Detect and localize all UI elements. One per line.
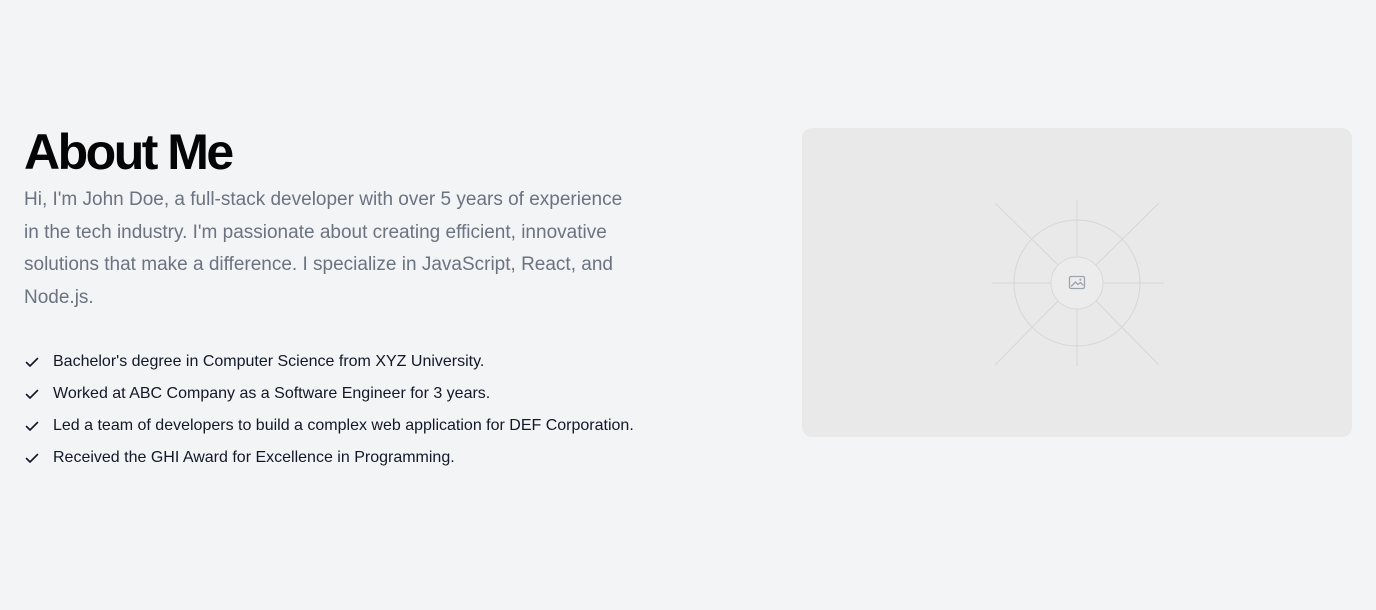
list-item: Led a team of developers to build a comp… bbox=[24, 410, 724, 442]
highlight-text: Worked at ABC Company as a Software Engi… bbox=[53, 385, 491, 402]
highlight-text: Received the GHI Award for Excellence in… bbox=[53, 449, 455, 466]
image-placeholder bbox=[802, 128, 1352, 437]
page-title: About Me bbox=[24, 124, 234, 180]
about-intro: Hi, I'm John Doe, a full-stack developer… bbox=[24, 189, 623, 308]
about-content: About Me Hi, I'm John Doe, a full-stack … bbox=[24, 122, 724, 474]
highlight-text: Led a team of developers to build a comp… bbox=[53, 417, 634, 434]
highlights-list: Bachelor's degree in Computer Science fr… bbox=[24, 346, 724, 474]
check-icon bbox=[24, 418, 40, 434]
highlight-text: Bachelor's degree in Computer Science fr… bbox=[53, 353, 485, 370]
list-item: Received the GHI Award for Excellence in… bbox=[24, 442, 724, 474]
check-icon bbox=[24, 450, 40, 466]
check-icon bbox=[24, 354, 40, 370]
check-icon bbox=[24, 386, 40, 402]
about-section: About Me Hi, I'm John Doe, a full-stack … bbox=[0, 0, 1376, 610]
list-item: Bachelor's degree in Computer Science fr… bbox=[24, 346, 724, 378]
list-item: Worked at ABC Company as a Software Engi… bbox=[24, 378, 724, 410]
